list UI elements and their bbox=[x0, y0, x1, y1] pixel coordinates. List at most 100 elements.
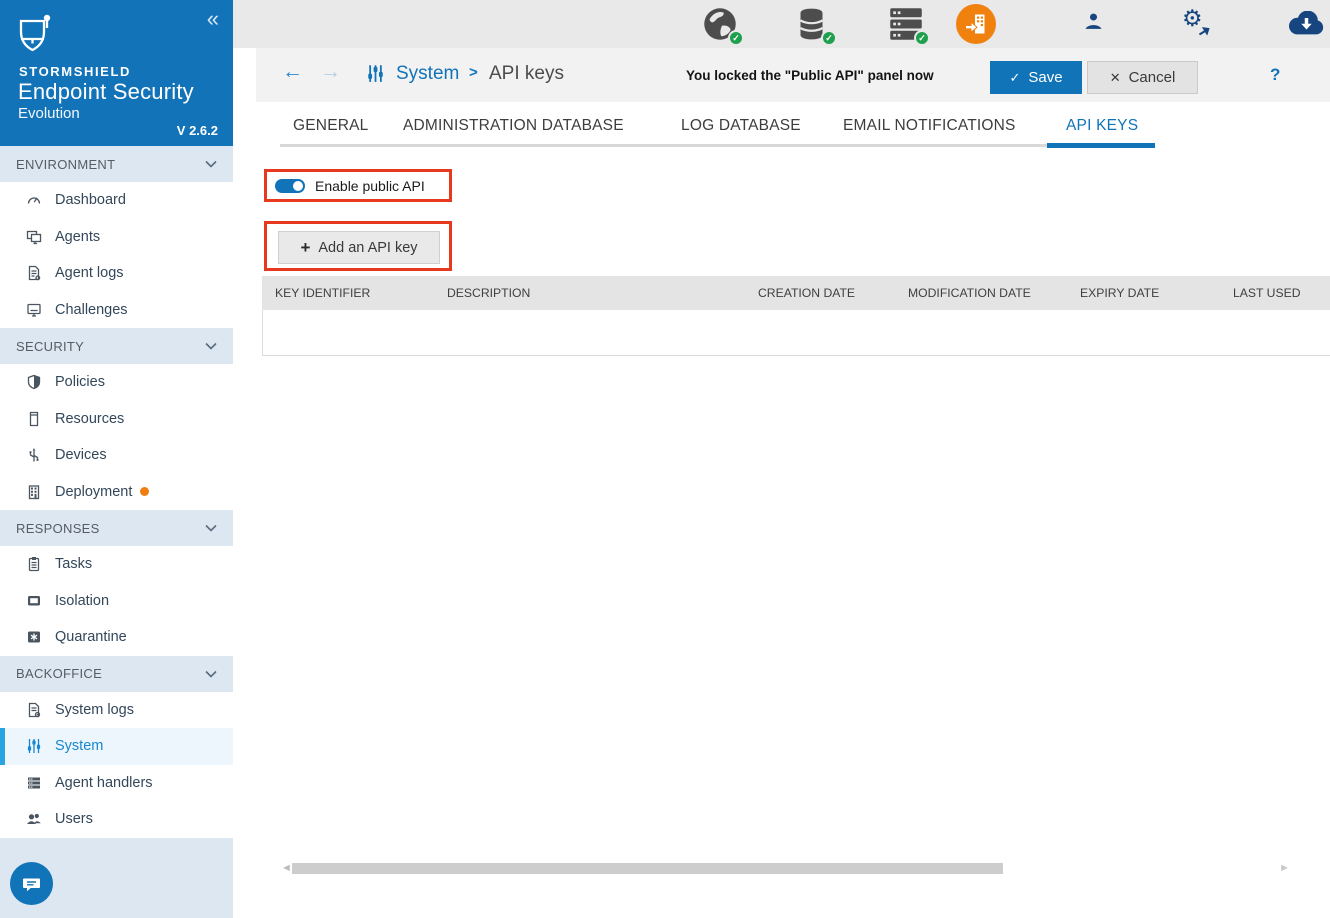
nav-section-responses[interactable]: RESPONSES bbox=[0, 510, 233, 546]
settings-tabs: GENERAL ADMINISTRATION DATABASE LOG DATA… bbox=[233, 102, 1330, 150]
server-status-ok-icon[interactable]: ✓ bbox=[888, 6, 926, 44]
chevron-down-icon bbox=[205, 524, 217, 532]
product-name: Endpoint Security bbox=[18, 79, 194, 105]
annotation-box-add-key: + Add an API key bbox=[264, 221, 452, 271]
user-icon[interactable] bbox=[1084, 12, 1104, 36]
users-icon bbox=[26, 811, 42, 827]
enable-public-api-toggle[interactable] bbox=[275, 179, 305, 193]
sidebar-item-quarantine[interactable]: Quarantine bbox=[0, 619, 233, 656]
nav-section-title: ENVIRONMENT bbox=[16, 157, 115, 172]
devices-icon bbox=[26, 447, 42, 463]
sidebar-item-users[interactable]: Users bbox=[0, 801, 233, 838]
sidebar-item-devices[interactable]: Devices bbox=[0, 437, 233, 474]
status-ok-badge: ✓ bbox=[914, 30, 930, 46]
sidebar-item-system-logs[interactable]: System logs bbox=[0, 692, 233, 729]
sidebar-item-agent-logs[interactable]: Agent logs bbox=[0, 255, 233, 292]
lock-notification-text: You locked the "Public API" panel now bbox=[686, 68, 934, 83]
tabs-underline bbox=[280, 144, 1047, 147]
chevron-down-icon bbox=[205, 670, 217, 678]
forward-arrow-icon[interactable]: → bbox=[320, 61, 341, 82]
sidebar-item-label: Policies bbox=[55, 374, 105, 390]
gear-update-icon[interactable]: ⚙ bbox=[1182, 7, 1220, 45]
quarantine-icon bbox=[26, 629, 42, 645]
sidebar-item-dashboard[interactable]: Dashboard bbox=[0, 182, 233, 219]
column-modification-date[interactable]: MODIFICATION DATE bbox=[908, 286, 1031, 300]
chevron-down-icon bbox=[205, 160, 217, 168]
sidebar-item-tasks[interactable]: Tasks bbox=[0, 546, 233, 583]
challenges-icon bbox=[26, 302, 42, 318]
column-key-identifier[interactable]: KEY IDENTIFIER bbox=[275, 286, 370, 300]
sidebar-item-label: Deployment bbox=[55, 484, 132, 500]
policies-icon bbox=[26, 374, 42, 390]
active-tab-underline bbox=[1047, 143, 1155, 148]
nav-section-security[interactable]: SECURITY bbox=[0, 328, 233, 364]
tasks-icon bbox=[26, 556, 42, 572]
database-status-ok-icon[interactable]: ✓ bbox=[795, 6, 833, 44]
api-keys-table-header: KEY IDENTIFIER DESCRIPTION CREATION DATE… bbox=[262, 276, 1330, 310]
tab-administration-database[interactable]: ADMINISTRATION DATABASE bbox=[403, 117, 624, 135]
column-expiry-date[interactable]: EXPIRY DATE bbox=[1080, 286, 1159, 300]
sidebar-item-agent-handlers[interactable]: Agent handlers bbox=[0, 765, 233, 802]
save-button[interactable]: ✓ Save bbox=[990, 61, 1082, 94]
breadcrumb-separator: > bbox=[469, 64, 478, 81]
close-icon: ✕ bbox=[1110, 70, 1121, 86]
isolation-icon bbox=[26, 593, 42, 609]
sidebar-nav: ENVIRONMENT Dashboard Agents Agent logs … bbox=[0, 146, 233, 838]
column-creation-date[interactable]: CREATION DATE bbox=[758, 286, 855, 300]
horizontal-scrollbar-thumb[interactable] bbox=[292, 863, 1003, 874]
cloud-download-icon[interactable] bbox=[1288, 11, 1326, 37]
nav-section-title: BACKOFFICE bbox=[16, 666, 102, 681]
sidebar-item-agents[interactable]: Agents bbox=[0, 219, 233, 256]
sidebar-item-label: Challenges bbox=[55, 302, 128, 318]
api-keys-table-empty-row bbox=[262, 310, 1330, 356]
add-api-key-label: Add an API key bbox=[318, 240, 417, 256]
sidebar-item-policies[interactable]: Policies bbox=[0, 364, 233, 401]
check-icon: ✓ bbox=[1009, 70, 1020, 86]
back-arrow-icon[interactable]: ← bbox=[282, 61, 303, 82]
brand-header: « STORMSHIELD Endpoint Security Evolutio… bbox=[0, 0, 233, 146]
tab-general[interactable]: GENERAL bbox=[293, 117, 368, 135]
resources-icon bbox=[26, 411, 42, 427]
tab-api-keys[interactable]: API KEYS bbox=[1066, 117, 1138, 135]
enable-public-api-label: Enable public API bbox=[315, 178, 425, 194]
collapse-sidebar-icon[interactable]: « bbox=[207, 8, 219, 30]
chat-button[interactable] bbox=[10, 862, 53, 905]
breadcrumb-section-link[interactable]: System bbox=[396, 63, 459, 85]
nav-section-backoffice[interactable]: BACKOFFICE bbox=[0, 656, 233, 692]
sidebar-item-isolation[interactable]: Isolation bbox=[0, 583, 233, 620]
sidebar-item-label: System bbox=[55, 738, 103, 754]
sidebar-item-label: Agents bbox=[55, 229, 100, 245]
sidebar-item-label: Dashboard bbox=[55, 192, 126, 208]
sidebar-item-label: Agent handlers bbox=[55, 775, 153, 791]
column-description[interactable]: DESCRIPTION bbox=[447, 286, 530, 300]
nav-section-environment[interactable]: ENVIRONMENT bbox=[0, 146, 233, 182]
system-logs-icon bbox=[26, 702, 42, 718]
agent-logs-icon bbox=[26, 265, 42, 281]
add-api-key-button[interactable]: + Add an API key bbox=[278, 231, 440, 264]
scroll-left-arrow-icon[interactable]: ◄ bbox=[281, 863, 292, 874]
tab-log-database[interactable]: LOG DATABASE bbox=[681, 117, 801, 135]
sidebar: « STORMSHIELD Endpoint Security Evolutio… bbox=[0, 0, 233, 918]
plus-icon: + bbox=[300, 239, 310, 256]
cancel-button[interactable]: ✕ Cancel bbox=[1087, 61, 1198, 94]
chat-bubble-icon bbox=[21, 874, 42, 894]
deployment-icon bbox=[26, 484, 42, 500]
help-icon[interactable]: ? bbox=[1270, 65, 1280, 85]
tab-email-notifications[interactable]: EMAIL NOTIFICATIONS bbox=[843, 117, 1016, 135]
dashboard-icon bbox=[26, 192, 42, 208]
deployment-pending-icon[interactable] bbox=[956, 4, 996, 44]
column-last-used[interactable]: LAST USED bbox=[1233, 286, 1301, 300]
sidebar-item-resources[interactable]: Resources bbox=[0, 401, 233, 438]
sidebar-item-deployment[interactable]: Deployment bbox=[0, 474, 233, 511]
api-keys-panel: Enable public API + Add an API key KEY I… bbox=[233, 150, 1330, 918]
stormshield-logo-icon bbox=[17, 14, 54, 56]
save-button-label: Save bbox=[1028, 69, 1062, 86]
top-status-bar: ✓ ✓ ✓ ⚙ bbox=[233, 0, 1330, 48]
globe-status-ok-icon[interactable]: ✓ bbox=[702, 6, 740, 44]
sidebar-item-challenges[interactable]: Challenges bbox=[0, 292, 233, 329]
sidebar-item-label: Tasks bbox=[55, 556, 92, 572]
sidebar-item-system[interactable]: System bbox=[0, 728, 233, 765]
sidebar-item-label: Users bbox=[55, 811, 93, 827]
scroll-right-arrow-icon[interactable]: ► bbox=[1279, 863, 1290, 874]
breadcrumb-action-bar: ← → System > API keys You locked the "Pu… bbox=[256, 48, 1330, 102]
